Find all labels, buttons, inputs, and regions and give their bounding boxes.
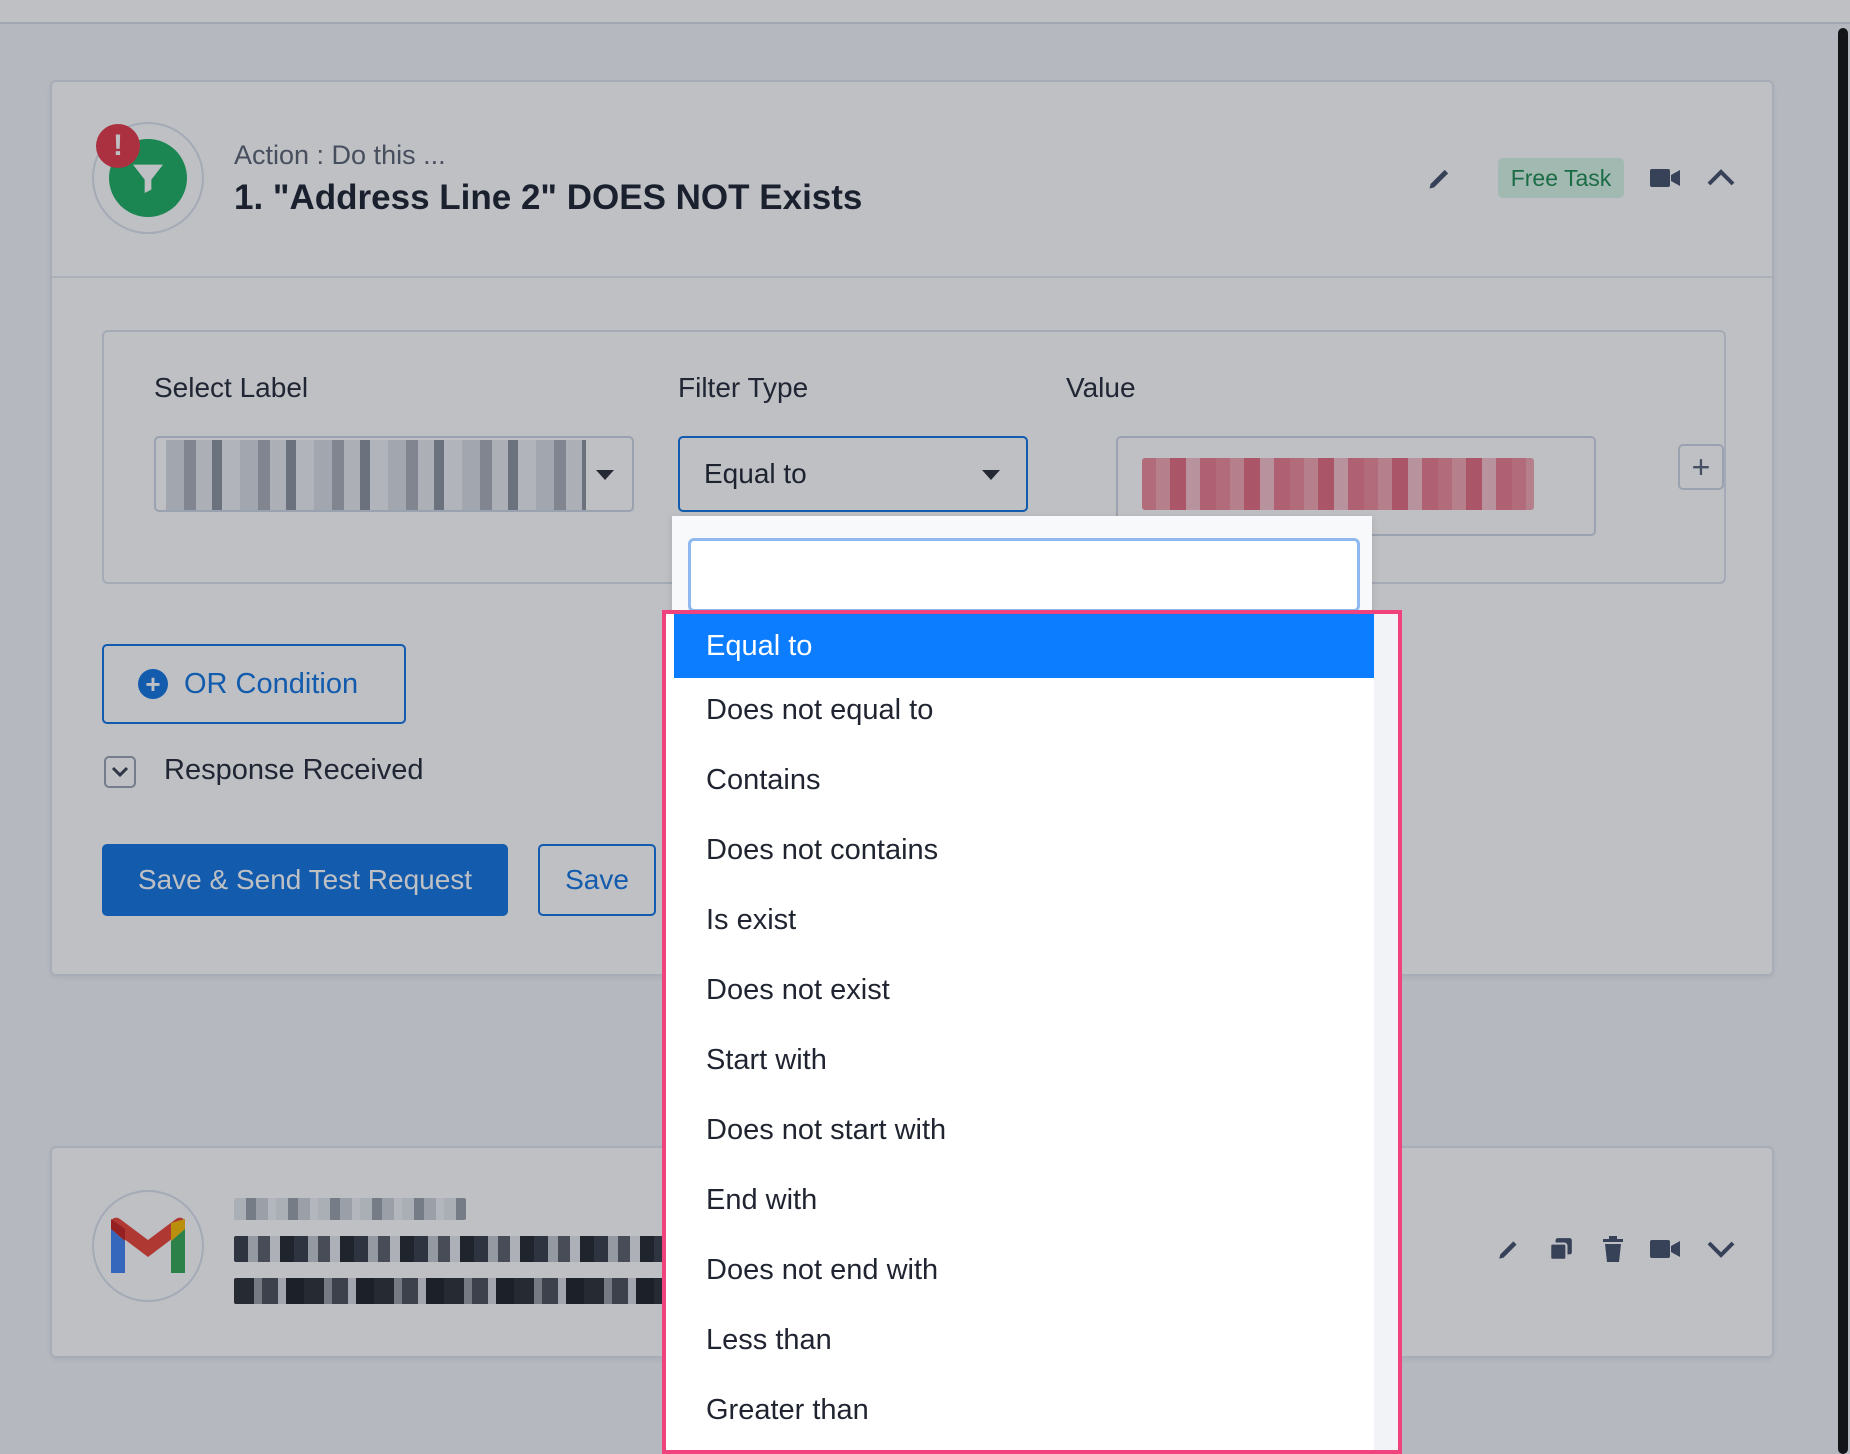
redacted-app-name	[234, 1198, 466, 1220]
option-does-not-end-with[interactable]: Does not end with	[674, 1238, 1374, 1302]
alert-icon: !	[96, 124, 140, 168]
action-card-header[interactable]: ! Action : Do this ... 1. "Address Line …	[52, 82, 1772, 278]
chevron-up-icon[interactable]	[1704, 162, 1738, 194]
option-start-with[interactable]: Start with	[674, 1028, 1374, 1092]
redacted-label-value	[166, 440, 586, 510]
plus-icon: +	[1691, 448, 1711, 485]
gmail-icon	[111, 1217, 185, 1273]
dropdown-search-input[interactable]	[688, 538, 1360, 612]
plus-circle-icon: +	[138, 669, 168, 699]
select-label-dropdown[interactable]	[154, 436, 634, 512]
filter-type-options-list: Equal to Does not equal to Contains Does…	[662, 610, 1402, 1454]
select-label-heading: Select Label	[154, 372, 309, 403]
chevron-down-icon[interactable]	[1704, 1234, 1738, 1264]
pencil-icon[interactable]	[1494, 1234, 1524, 1264]
filter-type-heading: Filter Type	[678, 372, 809, 403]
copy-icon[interactable]	[1546, 1234, 1576, 1264]
option-greater-than[interactable]: Greater than	[674, 1378, 1374, 1442]
option-contains[interactable]: Contains	[674, 748, 1374, 812]
option-is-exist[interactable]: Is exist	[674, 888, 1374, 952]
option-equal-to[interactable]: Equal to	[674, 614, 1374, 678]
option-does-not-contains[interactable]: Does not contains	[674, 818, 1374, 882]
response-received-toggle[interactable]	[104, 756, 136, 788]
gmail-avatar	[92, 1190, 204, 1302]
caret-down-icon	[596, 470, 614, 480]
value-heading: Value	[1066, 372, 1136, 403]
filter-type-value: Equal to	[704, 458, 807, 489]
option-less-than[interactable]: Less than	[674, 1308, 1374, 1372]
or-condition-button[interactable]: + OR Condition	[102, 644, 406, 724]
option-does-not-exist[interactable]: Does not exist	[674, 958, 1374, 1022]
option-does-not-equal-to[interactable]: Does not equal to	[674, 678, 1374, 742]
chevron-down-icon	[111, 766, 129, 778]
save-button[interactable]: Save	[538, 844, 656, 916]
video-icon[interactable]	[1648, 162, 1682, 194]
redacted-value-pill	[1142, 458, 1534, 510]
dropdown-search-panel	[672, 516, 1372, 616]
action-title: 1. "Address Line 2" DOES NOT Exists	[234, 178, 863, 217]
caret-down-icon	[982, 470, 1000, 480]
redacted-action-title	[234, 1236, 674, 1262]
scrollbar-thumb[interactable]	[1838, 28, 1848, 1454]
top-bar	[0, 0, 1850, 24]
dropdown-scrollbar[interactable]	[1374, 614, 1398, 1450]
option-does-not-start-with[interactable]: Does not start with	[674, 1098, 1374, 1162]
option-end-with[interactable]: End with	[674, 1168, 1374, 1232]
redacted-action-detail	[234, 1278, 674, 1304]
filter-type-dropdown[interactable]: Equal to	[678, 436, 1028, 512]
pencil-icon[interactable]	[1424, 162, 1456, 194]
save-send-test-button[interactable]: Save & Send Test Request	[102, 844, 508, 916]
video-icon[interactable]	[1648, 1234, 1682, 1264]
add-condition-button[interactable]: +	[1678, 444, 1724, 490]
or-condition-label: OR Condition	[184, 667, 359, 700]
action-subtitle: Action : Do this ...	[234, 140, 446, 170]
response-received-label: Response Received	[164, 754, 424, 786]
trash-icon[interactable]	[1598, 1234, 1628, 1264]
free-task-badge: Free Task	[1498, 158, 1624, 198]
